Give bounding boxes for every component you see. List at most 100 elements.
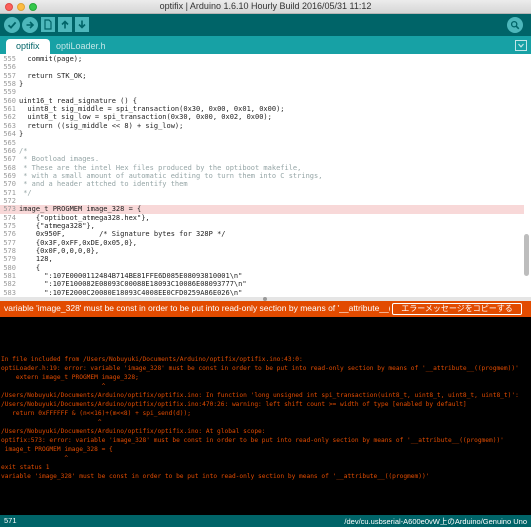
line-number: 558 xyxy=(3,80,16,89)
save-sketch-button[interactable] xyxy=(75,17,89,32)
code-line[interactable]: 572 xyxy=(0,197,524,205)
code-line[interactable]: 555 commit(page); xyxy=(0,55,524,63)
line-number: 582 xyxy=(3,280,16,289)
verify-button[interactable] xyxy=(4,17,20,33)
console-line: exit status 1 xyxy=(1,464,50,471)
editor-vertical-scrollbar[interactable] xyxy=(524,54,530,297)
line-number: 570 xyxy=(3,180,16,189)
console-line: extern image_t PROGMEM image_328; xyxy=(1,374,139,381)
code-line[interactable]: 566/* xyxy=(0,147,524,155)
code-line[interactable]: 562 uint8_t sig_low = spi_transaction(0x… xyxy=(0,113,524,121)
console-line: image_t PROGMEM image_328 = { xyxy=(1,446,113,453)
code-line[interactable]: 573 image_t PROGMEM image_328 = { xyxy=(0,205,524,214)
console-line: /Users/Nobuyuki/Documents/Arduino/optifi… xyxy=(1,392,519,399)
code-line[interactable]: 556 xyxy=(0,63,524,71)
code-line[interactable]: 563 return ((sig_middle << 8) + sig_low)… xyxy=(0,122,524,130)
code-line[interactable]: 557 return STK_OK; xyxy=(0,72,524,80)
new-sketch-button[interactable] xyxy=(41,17,55,32)
tab-bar: optifix optiLoader.h xyxy=(0,36,531,54)
code-line[interactable]: 567 * Bootload images. xyxy=(0,155,524,163)
code-text: return STK_OK; xyxy=(19,71,87,80)
console-output[interactable]: In file included from /Users/Nobuyuki/Do… xyxy=(0,317,531,515)
code-line[interactable]: 570 * and a header attched to identify t… xyxy=(0,180,524,188)
line-number: 561 xyxy=(3,105,16,114)
checkmark-icon xyxy=(7,21,17,29)
line-number: 559 xyxy=(3,88,16,97)
line-number: 563 xyxy=(3,121,16,130)
code-text: {0x0F,0,0,0,0}, xyxy=(19,247,100,256)
code-line[interactable]: 564} xyxy=(0,130,524,138)
code-text: {"atmega328"}, xyxy=(19,222,95,230)
code-line[interactable]: 575 {"atmega328"}, xyxy=(0,222,524,230)
line-number: 571 xyxy=(3,188,16,197)
code-line[interactable]: 560 uint16_t read_signature () { xyxy=(0,97,524,105)
tab-optiloader-h[interactable]: optiLoader.h xyxy=(46,39,116,54)
code-text: 0x950F, /* Signature bytes for 328P */ xyxy=(19,230,226,239)
code-text: * with a small amount of automatic editi… xyxy=(19,171,323,180)
code-text: ":107E100082E08093C00088E18093C10086E080… xyxy=(19,280,247,289)
current-line-number: 571 xyxy=(4,516,17,525)
code-editor[interactable]: 555 commit(page); 556 557 return STK_OK; 55… xyxy=(0,54,531,297)
code-line[interactable]: 571 */ xyxy=(0,189,524,197)
code-text: uint16_t read_signature () { xyxy=(19,96,138,105)
line-number: 575 xyxy=(3,222,16,230)
code-line[interactable]: 579 128, xyxy=(0,255,524,263)
code-text: * These are the intel Hex files produced… xyxy=(19,163,302,172)
code-text: uint8_t sig_middle = spi_transaction(0x3… xyxy=(19,105,285,114)
tab-menu-icon[interactable] xyxy=(515,40,527,51)
code-text: commit(page); xyxy=(19,55,83,63)
line-number: 574 xyxy=(3,213,16,222)
code-line[interactable]: 565 xyxy=(0,139,524,147)
line-number: 556 xyxy=(3,63,16,72)
code-line[interactable]: 582 ":107E100082E08093C00088E18093C10086… xyxy=(0,280,524,288)
line-number: 565 xyxy=(3,138,16,147)
upload-button[interactable] xyxy=(22,17,38,33)
code-text: { xyxy=(19,263,41,272)
code-line[interactable]: 574 {"optiboot_atmega328.hex"}, xyxy=(0,214,524,222)
line-number: 569 xyxy=(3,171,16,180)
code-line[interactable]: 561 uint8_t sig_middle = spi_transaction… xyxy=(0,105,524,113)
code-line[interactable]: 580 { xyxy=(0,264,524,272)
line-number: 572 xyxy=(3,196,16,205)
line-number: 564 xyxy=(3,130,16,139)
line-number: 562 xyxy=(3,113,16,122)
console-line: return 0xFFFFFF & (n<<16)+(m<<8) + spi_s… xyxy=(1,410,191,417)
code-text: image_t PROGMEM image_328 = { xyxy=(19,205,142,214)
code-line[interactable]: 559 xyxy=(0,88,524,96)
error-status-bar: variable 'image_328' must be const in or… xyxy=(0,301,531,317)
code-line[interactable]: 568 * These are the intel Hex files prod… xyxy=(0,164,524,172)
open-sketch-button[interactable] xyxy=(58,17,72,32)
code-text: {"optiboot_atmega328.hex"}, xyxy=(19,213,150,222)
copy-error-button[interactable]: エラーメッセージをコピーする xyxy=(392,303,522,315)
toolbar xyxy=(0,14,531,36)
code-line[interactable]: 576 0x950F, /* Signature bytes for 328P … xyxy=(0,230,524,238)
serial-monitor-button[interactable] xyxy=(507,17,523,33)
code-line[interactable]: 581 ":107E0000112484B714BE81FFE6D085E080… xyxy=(0,272,524,280)
line-number: 576 xyxy=(3,230,16,239)
line-number: 567 xyxy=(3,155,16,164)
window-title: optifix | Arduino 1.6.10 Hourly Build 20… xyxy=(159,1,372,11)
code-line[interactable]: 577 {0x3F,0xFF,0xDE,0x05,0}, xyxy=(0,239,524,247)
console-scrollbar[interactable] xyxy=(525,317,530,515)
line-number: 557 xyxy=(3,71,16,80)
code-text: return ((sig_middle << 8) + sig_low); xyxy=(19,121,184,130)
code-line[interactable]: 558} xyxy=(0,80,524,88)
editor-scroll-thumb[interactable] xyxy=(524,234,529,276)
code-line[interactable]: 569 * with a small amount of automatic e… xyxy=(0,172,524,180)
right-arrow-icon xyxy=(26,21,35,29)
line-number: 560 xyxy=(3,96,16,105)
code-text: */ xyxy=(19,188,32,197)
error-message: variable 'image_328' must be const in or… xyxy=(4,303,390,313)
code-text: * Bootload images. xyxy=(19,155,100,164)
code-line[interactable]: 578 {0x0F,0,0,0,0}, xyxy=(0,247,524,255)
tab-optifix[interactable]: optifix xyxy=(6,39,50,54)
new-file-icon xyxy=(44,19,52,30)
code-text: ":107E0000112484B714BE81FFE6D085E0809381… xyxy=(19,272,243,281)
line-number: 577 xyxy=(3,238,16,247)
up-arrow-icon xyxy=(61,20,69,29)
